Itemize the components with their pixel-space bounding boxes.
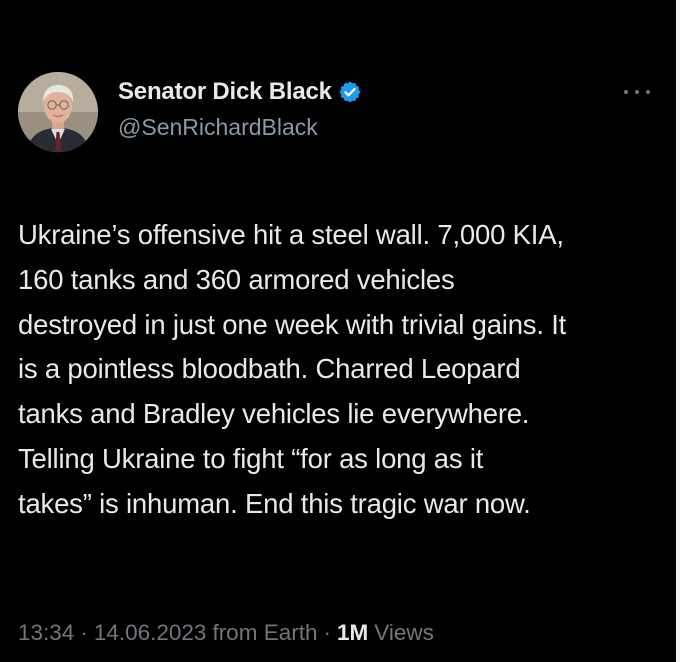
tweet-date[interactable]: 14.06.2023 <box>94 620 207 646</box>
more-dot <box>635 90 639 94</box>
tweet-source: from Earth <box>212 620 318 645</box>
views-label[interactable]: Views <box>374 620 434 646</box>
meta-separator: · <box>80 620 88 645</box>
avatar[interactable] <box>18 72 98 152</box>
meta-separator: · <box>323 620 331 645</box>
more-dot <box>624 90 628 94</box>
author-name[interactable]: Senator Dick Black <box>118 78 332 106</box>
tweet-text: Ukraine’s offensive hit a steel wall. 7,… <box>18 219 567 519</box>
tweet-time[interactable]: 13:34 <box>18 620 74 646</box>
more-dot <box>646 90 650 94</box>
author-name-row[interactable]: Senator Dick Black <box>118 76 362 108</box>
tweet-card: Senator Dick Black @SenRichardBlack Ukra… <box>0 0 680 662</box>
views-count[interactable]: 1M <box>337 620 368 646</box>
avatar-portrait-icon <box>18 72 98 152</box>
more-options-icon[interactable] <box>624 88 650 96</box>
author-handle[interactable]: @SenRichardBlack <box>118 114 318 141</box>
verified-check-icon <box>338 80 362 104</box>
tweet-meta: 13:34 · 14.06.2023 from Earth · 1M Views <box>18 620 434 646</box>
